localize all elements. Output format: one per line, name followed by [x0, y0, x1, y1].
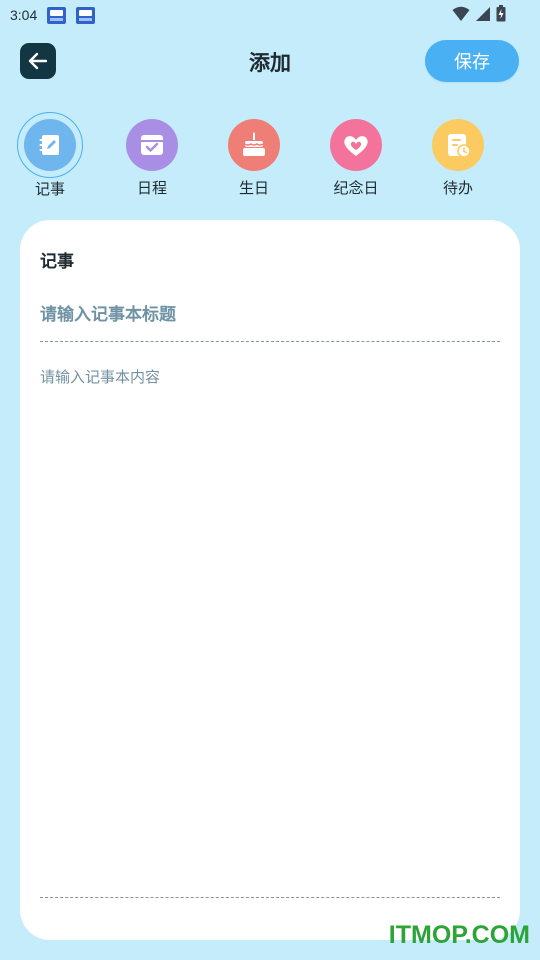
app-notification-icon [47, 7, 66, 24]
section-title: 记事 [40, 252, 74, 272]
category-icon-circle [24, 119, 76, 171]
note-content-input[interactable] [40, 366, 500, 886]
watermark: ITMOP.COM [388, 921, 530, 949]
status-time: 3:04 [10, 7, 38, 23]
editor-card: 记事 [20, 220, 520, 940]
heart-icon [344, 136, 368, 156]
category-icon-circle [126, 119, 178, 171]
wifi-icon [452, 6, 470, 21]
category-tab-todo[interactable]: 待办 [418, 112, 498, 198]
category-icon-circle [432, 119, 484, 171]
todo-clock-icon [448, 134, 471, 158]
divider [40, 897, 500, 898]
category-selected-ring [17, 112, 83, 178]
category-label: 记事 [34, 180, 65, 198]
category-tab-anniversary[interactable]: 纪念日 [316, 112, 396, 198]
system-icons [452, 5, 506, 22]
category-label: 生日 [238, 179, 269, 197]
save-button[interactable]: 保存 [425, 40, 519, 82]
category-tab-note[interactable]: 记事 [10, 112, 90, 199]
notebook-icon [39, 135, 59, 155]
app-notification-icon [76, 7, 95, 24]
calendar-check-icon [141, 135, 163, 155]
category-tab-schedule[interactable]: 日程 [112, 112, 192, 198]
category-label: 纪念日 [333, 179, 379, 197]
category-label: 待办 [442, 179, 473, 197]
battery-icon [496, 5, 506, 22]
divider [40, 341, 500, 342]
category-tab-birthday[interactable]: 生日 [214, 112, 294, 198]
category-label: 日程 [136, 179, 167, 197]
note-title-input[interactable] [40, 300, 500, 330]
signal-icon [476, 6, 490, 21]
category-icon-circle [228, 119, 280, 171]
category-icon-circle [330, 119, 382, 171]
birthday-cake-icon [243, 132, 265, 156]
